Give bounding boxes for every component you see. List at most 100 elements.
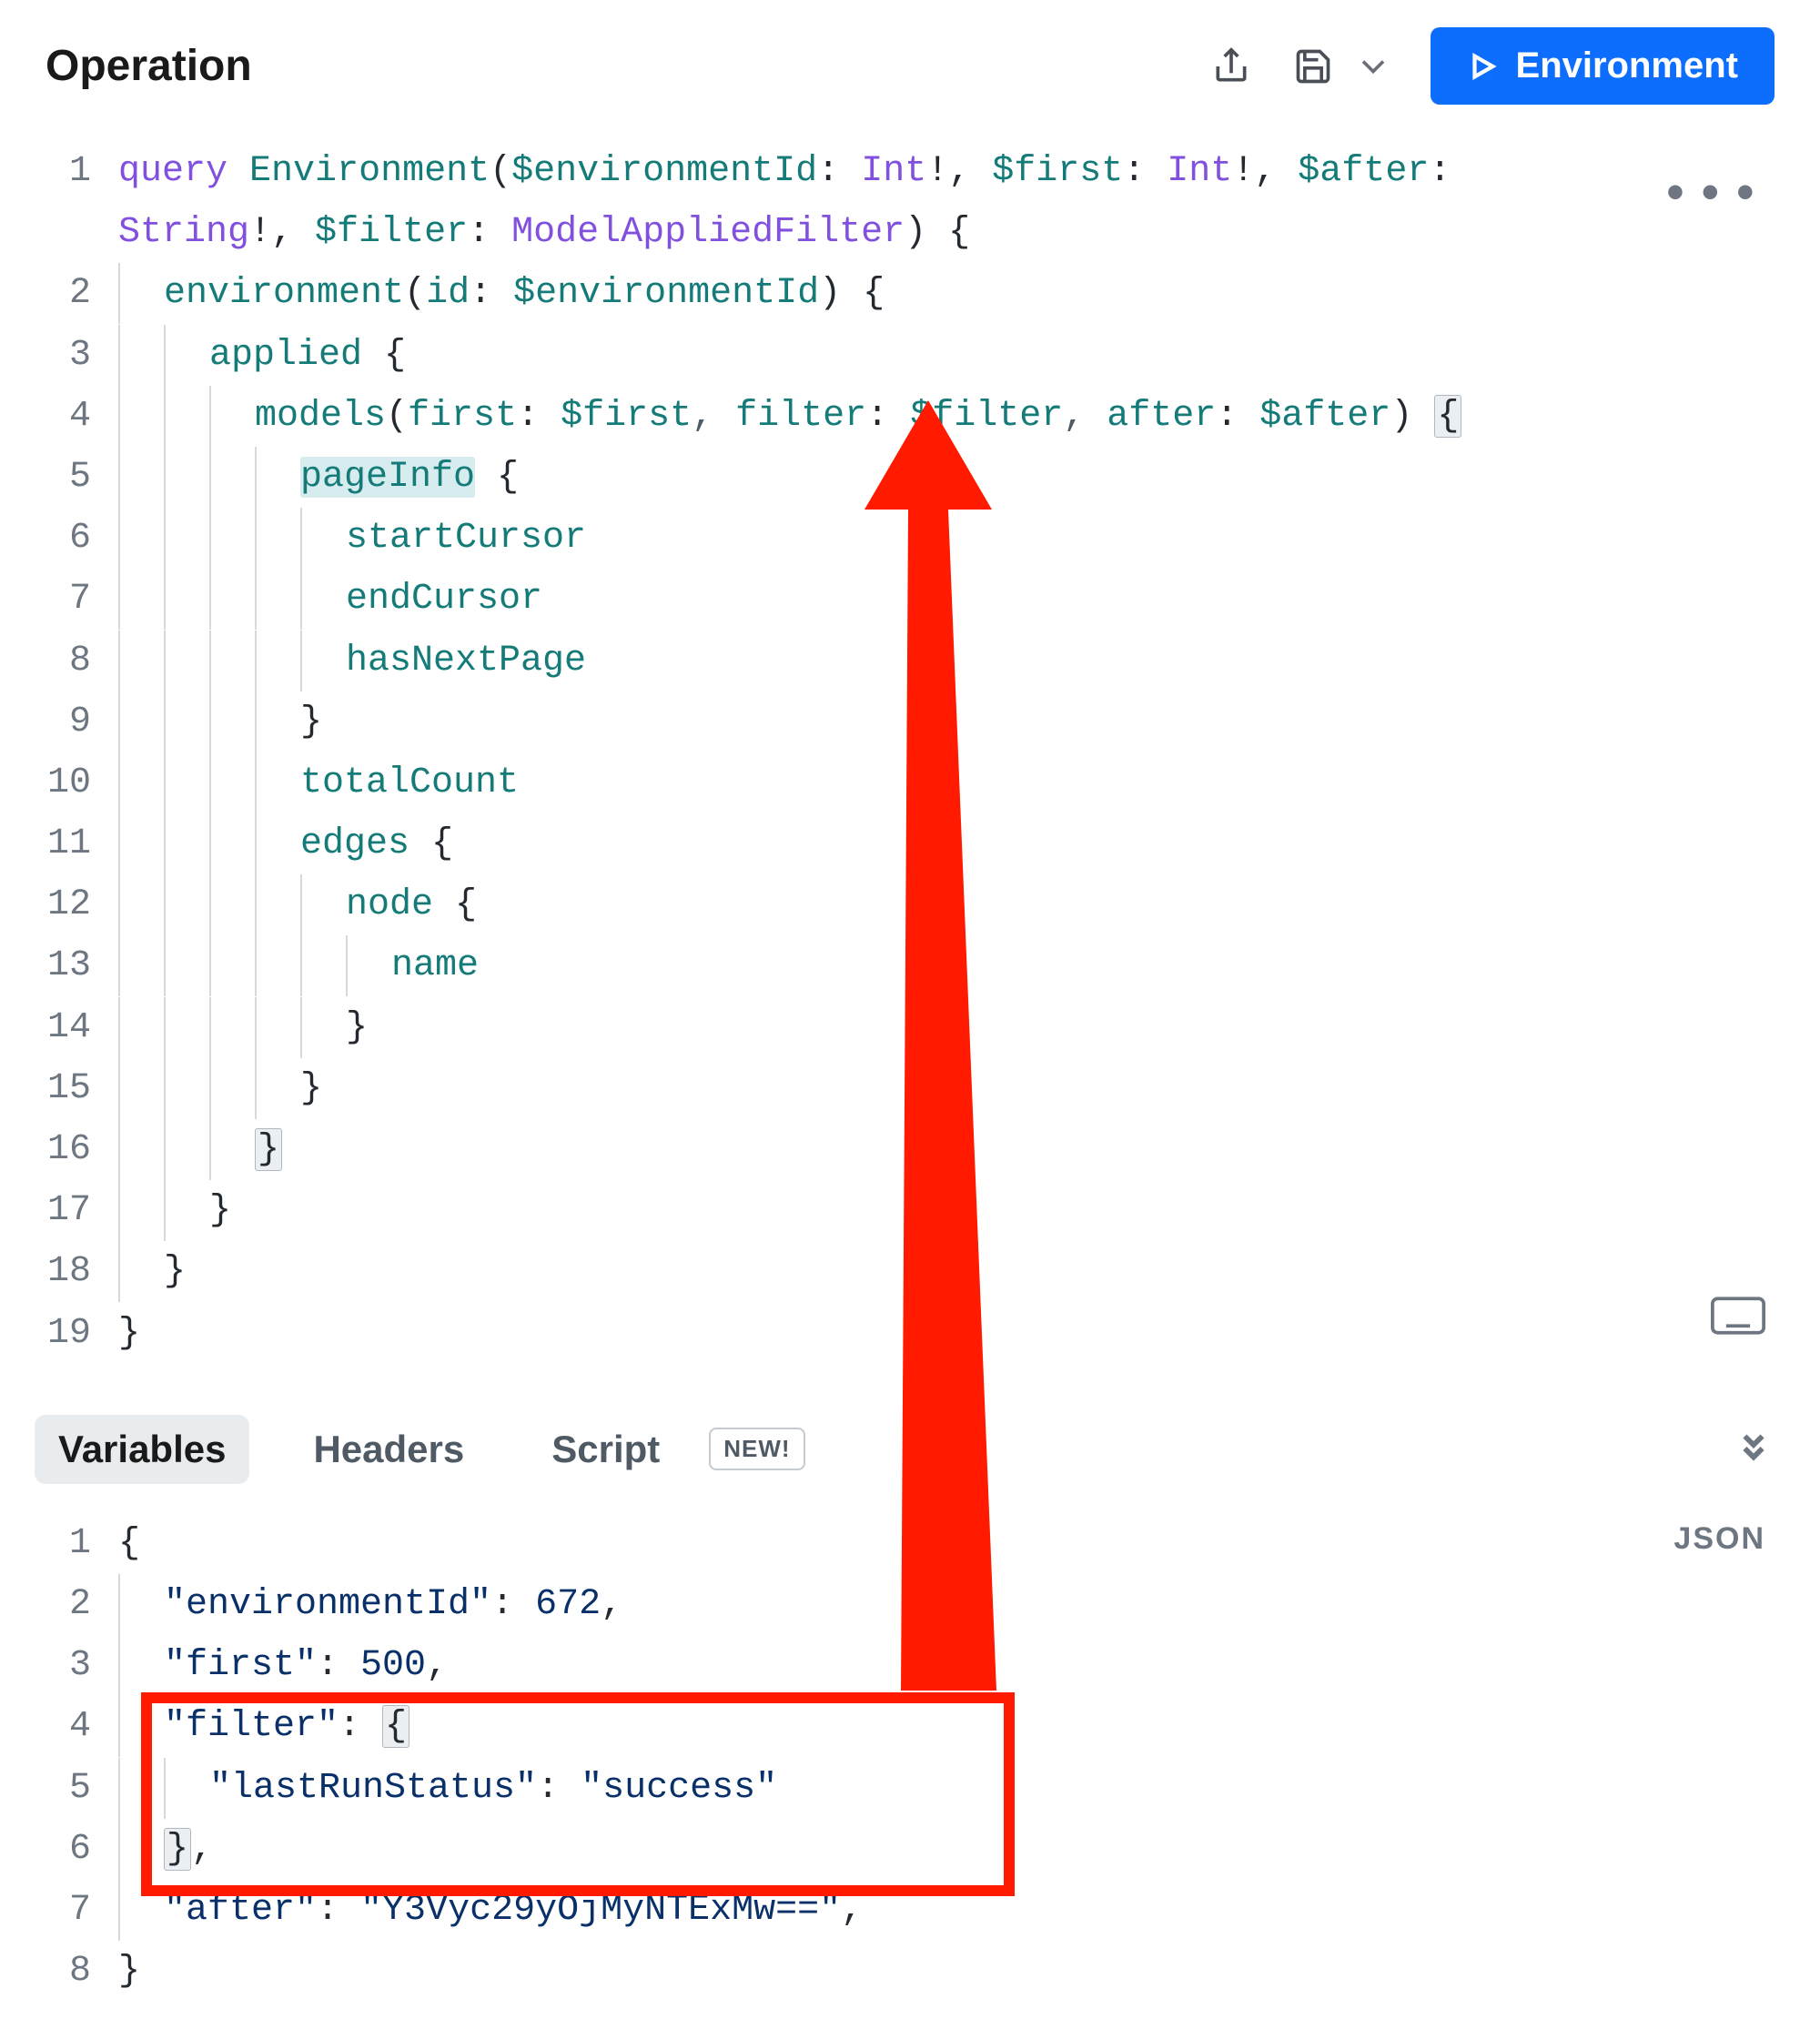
- tab-variables[interactable]: Variables: [35, 1415, 249, 1484]
- operation-editor[interactable]: 1query Environment($environmentId: Int!,…: [0, 123, 1820, 1391]
- code-line: 16}: [18, 1119, 1774, 1180]
- code-content: }: [118, 1058, 322, 1119]
- line-number: 6: [18, 1819, 118, 1880]
- code-line: 3applied {: [18, 325, 1774, 386]
- line-number: 17: [18, 1180, 118, 1241]
- code-line: 10totalCount: [18, 752, 1774, 813]
- page-title: Operation: [46, 41, 252, 91]
- code-content: query Environment($environmentId: Int!, …: [118, 141, 1472, 202]
- code-content: environment(id: $environmentId) {: [118, 263, 885, 324]
- code-line: 18}: [18, 1241, 1774, 1302]
- share-icon[interactable]: [1207, 42, 1256, 91]
- code-content: models(first: $first, filter: $filter, a…: [118, 386, 1461, 447]
- code-content: "after": "Y3Vyc29yOjMyNTExMw==",: [118, 1880, 863, 1941]
- code-content: "environmentId": 672,: [118, 1574, 622, 1635]
- code-content: node {: [118, 874, 477, 935]
- tab-script[interactable]: Script: [528, 1415, 683, 1484]
- line-number: 1: [18, 1513, 118, 1574]
- line-number: 3: [18, 325, 118, 386]
- line-number: 5: [18, 447, 118, 508]
- code-line: 19}: [18, 1303, 1774, 1364]
- code-line: 2"environmentId": 672,: [18, 1574, 1774, 1635]
- variables-editor[interactable]: JSON 1{2"environmentId": 672,3"first": 5…: [0, 1504, 1820, 2029]
- line-number: 2: [18, 1574, 118, 1635]
- json-label: JSON: [1673, 1513, 1765, 1565]
- code-line: 4"filter": {: [18, 1696, 1774, 1757]
- code-content: "first": 500,: [118, 1635, 448, 1696]
- code-line: 5"lastRunStatus": "success": [18, 1758, 1774, 1819]
- line-number: 16: [18, 1119, 118, 1180]
- code-line: 7endCursor: [18, 569, 1774, 630]
- code-line: 12node {: [18, 874, 1774, 935]
- line-number: 5: [18, 1758, 118, 1819]
- code-line: 1query Environment($environmentId: Int!,…: [18, 141, 1774, 202]
- line-number: 8: [18, 1941, 118, 2002]
- code-line: 6startCursor: [18, 508, 1774, 569]
- code-content: }: [118, 1941, 140, 2002]
- play-icon: [1467, 51, 1498, 82]
- code-content: hasNextPage: [118, 631, 586, 691]
- code-line: 5pageInfo {: [18, 447, 1774, 508]
- code-content: }: [118, 1303, 140, 1364]
- code-line: 7"after": "Y3Vyc29yOjMyNTExMw==",: [18, 1880, 1774, 1941]
- line-number: 11: [18, 813, 118, 874]
- line-number: 7: [18, 569, 118, 630]
- code-content: "filter": {: [118, 1696, 410, 1757]
- code-content: totalCount: [118, 752, 519, 813]
- tabs: Variables Headers Script NEW!: [0, 1391, 1820, 1504]
- line-number: 14: [18, 997, 118, 1058]
- code-content: {: [118, 1513, 140, 1574]
- code-line: 11edges {: [18, 813, 1774, 874]
- line-number: 8: [18, 631, 118, 691]
- collapse-icon[interactable]: [1733, 1426, 1774, 1472]
- code-line: 8}: [18, 1941, 1774, 2002]
- keyboard-icon[interactable]: [1711, 1296, 1765, 1357]
- code-content: pageInfo {: [118, 447, 519, 508]
- code-content: }: [118, 997, 368, 1058]
- code-content: String!, $filter: ModelAppliedFilter) {: [118, 202, 970, 263]
- code-content: }: [118, 1119, 282, 1180]
- code-line: 17}: [18, 1180, 1774, 1241]
- header-actions: Environment: [1207, 27, 1774, 105]
- header: Operation Environment: [0, 0, 1820, 123]
- code-line: String!, $filter: ModelAppliedFilter) {: [18, 202, 1774, 263]
- code-content: edges {: [118, 813, 453, 874]
- code-content: }: [118, 1180, 231, 1241]
- code-content: name: [118, 935, 479, 996]
- code-line: 2environment(id: $environmentId) {: [18, 263, 1774, 324]
- code-content: }: [118, 691, 322, 752]
- code-content: startCursor: [118, 508, 586, 569]
- code-line: 9}: [18, 691, 1774, 752]
- line-number: 18: [18, 1241, 118, 1302]
- code-content: endCursor: [118, 569, 542, 630]
- code-line: 8hasNextPage: [18, 631, 1774, 691]
- tab-headers[interactable]: Headers: [289, 1415, 488, 1484]
- code-content: }: [118, 1241, 186, 1302]
- code-content: },: [118, 1819, 213, 1880]
- line-number: 10: [18, 752, 118, 813]
- line-number: 13: [18, 935, 118, 996]
- code-line: 4models(first: $first, filter: $filter, …: [18, 386, 1774, 447]
- code-line: 1{: [18, 1513, 1774, 1574]
- code-line: 14}: [18, 997, 1774, 1058]
- run-button-label: Environment: [1516, 45, 1738, 86]
- line-number: 19: [18, 1303, 118, 1364]
- line-number: 2: [18, 263, 118, 324]
- code-line: 3"first": 500,: [18, 1635, 1774, 1696]
- code-content: "lastRunStatus": "success": [118, 1758, 777, 1819]
- line-number: 3: [18, 1635, 118, 1696]
- line-number: 4: [18, 1696, 118, 1757]
- line-number: 1: [18, 141, 118, 202]
- code-line: 13name: [18, 935, 1774, 996]
- new-badge: NEW!: [709, 1428, 804, 1470]
- more-icon[interactable]: •••: [1661, 156, 1765, 238]
- line-number: 12: [18, 874, 118, 935]
- chevron-down-icon[interactable]: [1349, 42, 1398, 91]
- code-content: applied {: [118, 325, 406, 386]
- run-button[interactable]: Environment: [1431, 27, 1774, 105]
- line-number: 4: [18, 386, 118, 447]
- line-number: 6: [18, 508, 118, 569]
- code-line: 6},: [18, 1819, 1774, 1880]
- line-number: 7: [18, 1880, 118, 1941]
- save-icon[interactable]: [1289, 42, 1338, 91]
